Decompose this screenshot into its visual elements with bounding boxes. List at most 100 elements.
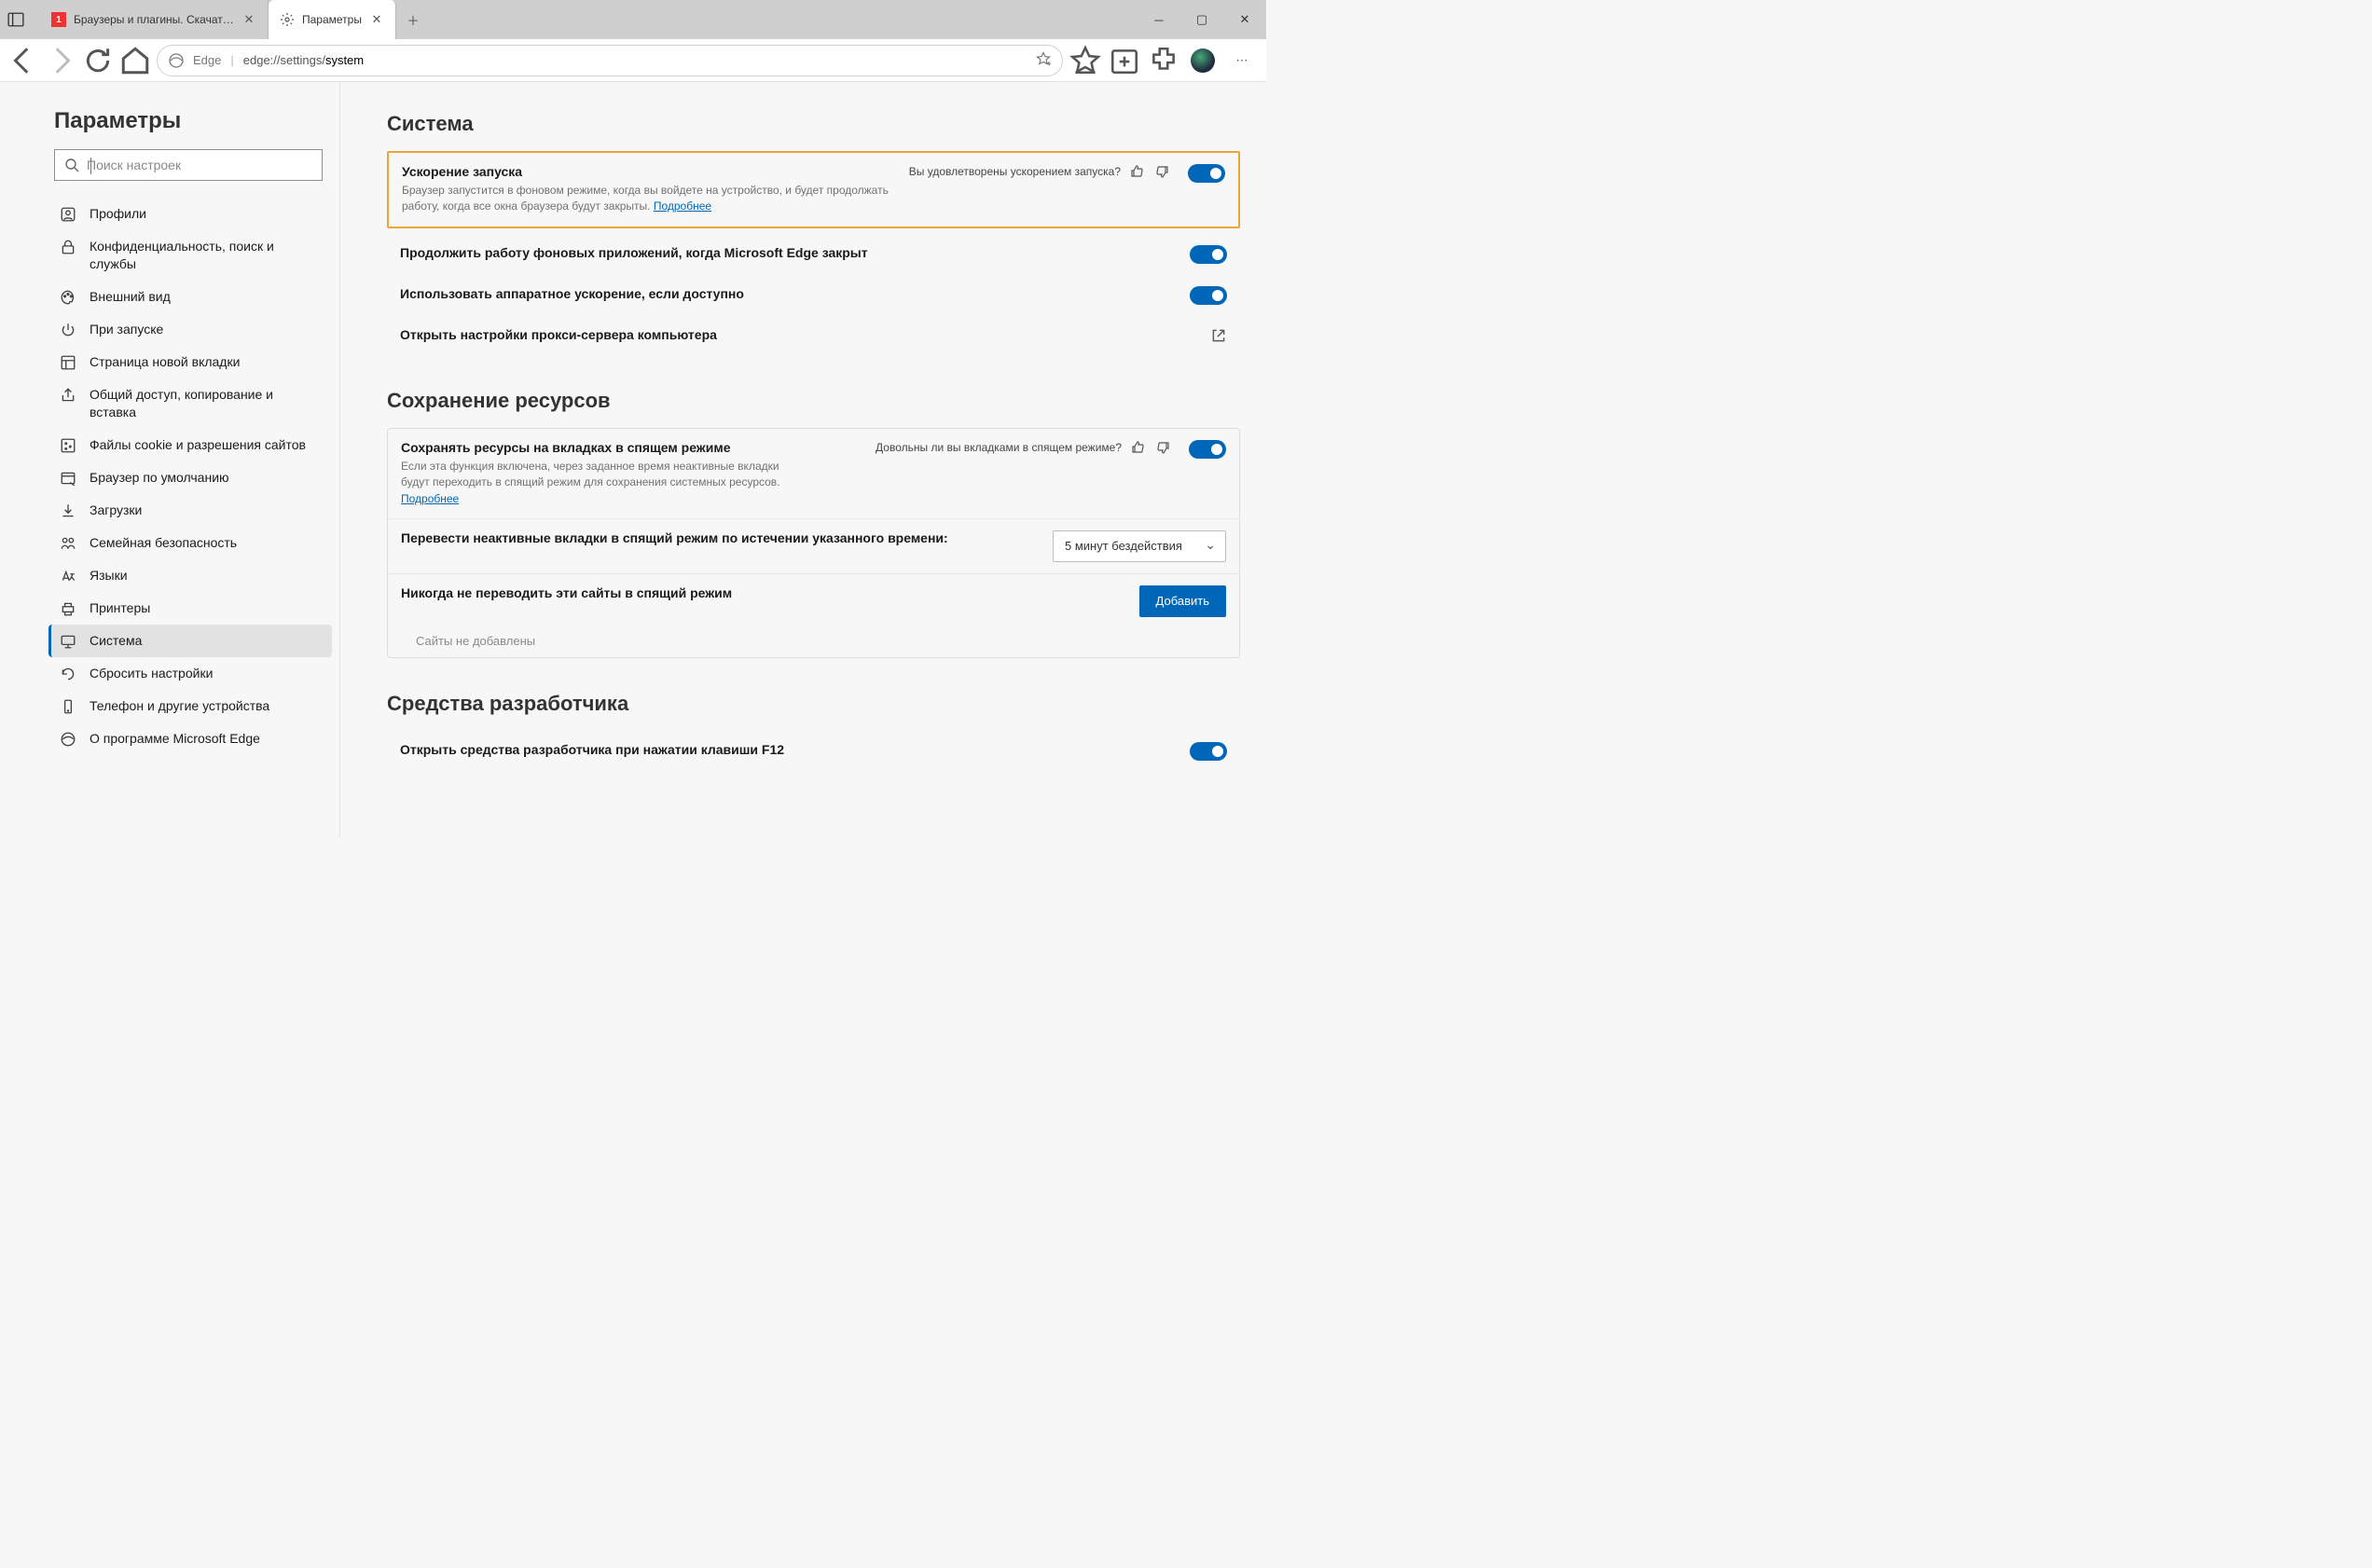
timeout-label: Перевести неактивные вкладки в спящий ре… (401, 530, 1040, 545)
tab-browsers[interactable]: 1 Браузеры и плагины. Скачать б ✕ (40, 0, 269, 39)
download-icon (60, 502, 76, 519)
sidebar-item-profiles[interactable]: Профили (48, 198, 332, 230)
timeout-select[interactable]: 5 минут бездействия (1053, 530, 1226, 562)
sidebar-item-privacy[interactable]: Конфиденциальность, поиск и службы (48, 230, 332, 281)
home-button[interactable] (119, 45, 151, 76)
resources-card: Сохранять ресурсы на вкладках в спящем р… (387, 428, 1240, 658)
sleep-toggle[interactable] (1189, 440, 1226, 459)
power-icon (60, 322, 76, 338)
sidebar-item-reset[interactable]: Сбросить настройки (48, 657, 332, 690)
search-box[interactable] (54, 149, 323, 181)
resources-heading: Сохранение ресурсов (387, 389, 1240, 413)
sleep-more-link[interactable]: Подробнее (401, 492, 459, 505)
sidebar-item-share[interactable]: Общий доступ, копирование и вставка (48, 378, 332, 429)
more-button[interactable]: ⋯ (1225, 45, 1259, 76)
close-tab-1[interactable]: ✕ (369, 12, 384, 27)
never-sleep-row: Никогда не переводить эти сайты в спящий… (388, 574, 1239, 628)
family-icon (60, 535, 76, 552)
titlebar: 1 Браузеры и плагины. Скачать б ✕ Параме… (0, 0, 1266, 39)
thumb-down-icon-2[interactable] (1155, 440, 1170, 455)
sidebar-item-system[interactable]: Система (48, 625, 332, 657)
edge-label: Edge (193, 53, 221, 67)
url-text: edge://settings/system (243, 53, 364, 67)
bg-apps-title: Продолжить работу фоновых приложений, ко… (400, 245, 1177, 260)
printer-icon (60, 600, 76, 617)
system-heading: Система (387, 112, 1240, 136)
bg-apps-row: Продолжить работу фоновых приложений, ко… (387, 234, 1240, 275)
startup-boost-section: Ускорение запуска Браузер запустится в ф… (387, 151, 1240, 228)
sidebar-item-family[interactable]: Семейная безопасность (48, 527, 332, 559)
f12-row: Открыть средства разработчика при нажати… (387, 731, 1240, 772)
sidebar-item-about[interactable]: О программе Microsoft Edge (48, 722, 332, 755)
back-button[interactable] (7, 45, 39, 76)
bg-apps-toggle[interactable] (1190, 245, 1227, 264)
startup-boost-toggle[interactable] (1188, 164, 1225, 183)
hw-accel-row: Использовать аппаратное ускорение, если … (387, 275, 1240, 316)
language-icon (60, 568, 76, 585)
reload-button[interactable] (82, 45, 114, 76)
startup-boost-desc: Браузер запустится в фоновом режиме, ког… (402, 183, 896, 215)
share-icon (60, 387, 76, 404)
add-site-button[interactable]: Добавить (1139, 585, 1226, 617)
search-input[interactable] (87, 158, 312, 172)
startup-more-link[interactable]: Подробнее (654, 199, 711, 213)
sidebar-heading: Параметры (0, 108, 339, 149)
sidebar-item-phone[interactable]: Телефон и другие устройства (48, 690, 332, 722)
settings-main: Система Ускорение запуска Браузер запуст… (340, 82, 1266, 837)
collections-button[interactable] (1108, 45, 1141, 76)
edge-logo-icon (169, 53, 184, 68)
sleep-title: Сохранять ресурсы на вкладках в спящем р… (401, 440, 862, 455)
search-icon (64, 158, 79, 172)
favicon-1: 1 (51, 12, 66, 27)
sleep-desc: Если эта функция включена, через заданно… (401, 459, 802, 507)
forward-button[interactable] (45, 45, 76, 76)
startup-boost-title: Ускорение запуска (402, 164, 896, 179)
startup-feedback: Вы удовлетворены ускорением запуска? (909, 164, 1169, 179)
phone-icon (60, 698, 76, 715)
settings-favicon (280, 12, 295, 27)
favorite-star-icon[interactable] (1036, 51, 1051, 69)
f12-title: Открыть средства разработчика при нажати… (400, 742, 1177, 757)
no-sites-text: Сайты не добавлены (388, 628, 1239, 657)
sidebar-item-languages[interactable]: Языки (48, 559, 332, 592)
f12-toggle[interactable] (1190, 742, 1227, 761)
palette-icon (60, 289, 76, 306)
sidebar-item-newtab[interactable]: Страница новой вкладки (48, 346, 332, 378)
timeout-row: Перевести неактивные вкладки в спящий ре… (388, 519, 1239, 574)
sidebar-item-appearance[interactable]: Внешний вид (48, 281, 332, 313)
extensions-button[interactable] (1147, 45, 1180, 76)
hw-accel-title: Использовать аппаратное ускорение, если … (400, 286, 1177, 301)
tab-actions-icon[interactable] (7, 11, 24, 28)
profile-avatar[interactable] (1186, 45, 1220, 76)
settings-sidebar: Параметры Профили Конфиденциальность, по… (0, 82, 340, 837)
thumb-up-icon-2[interactable] (1131, 440, 1146, 455)
sidebar-item-downloads[interactable]: Загрузки (48, 494, 332, 527)
thumb-down-icon[interactable] (1154, 164, 1169, 179)
sidebar-item-default[interactable]: Браузер по умолчанию (48, 461, 332, 494)
hw-accel-toggle[interactable] (1190, 286, 1227, 305)
grid-icon (60, 354, 76, 371)
sidebar-item-onstart[interactable]: При запуске (48, 313, 332, 346)
proxy-title: Открыть настройки прокси-сервера компьют… (400, 327, 1197, 342)
profile-icon (60, 206, 76, 223)
tab-title-1: Параметры (302, 13, 362, 26)
address-bar[interactable]: Edge | edge://settings/system (157, 45, 1063, 76)
sidebar-item-printers[interactable]: Принтеры (48, 592, 332, 625)
toolbar: Edge | edge://settings/system ⋯ (0, 39, 1266, 82)
close-window[interactable]: ✕ (1223, 0, 1266, 39)
lock-icon (60, 239, 76, 255)
system-icon (60, 633, 76, 650)
browser-icon (60, 470, 76, 487)
dev-heading: Средства разработчика (387, 692, 1240, 716)
proxy-row[interactable]: Открыть настройки прокси-сервера компьют… (387, 316, 1240, 355)
sidebar-item-cookies[interactable]: Файлы cookie и разрешения сайтов (48, 429, 332, 461)
thumb-up-icon[interactable] (1130, 164, 1145, 179)
minimize-window[interactable]: ─ (1138, 0, 1180, 39)
close-tab-0[interactable]: ✕ (241, 12, 256, 27)
favorites-button[interactable] (1069, 45, 1102, 76)
tab-settings[interactable]: Параметры ✕ (269, 0, 396, 39)
maximize-window[interactable]: ▢ (1180, 0, 1223, 39)
reset-icon (60, 666, 76, 682)
new-tab-button[interactable]: ＋ (396, 0, 430, 39)
edge-icon (60, 731, 76, 748)
